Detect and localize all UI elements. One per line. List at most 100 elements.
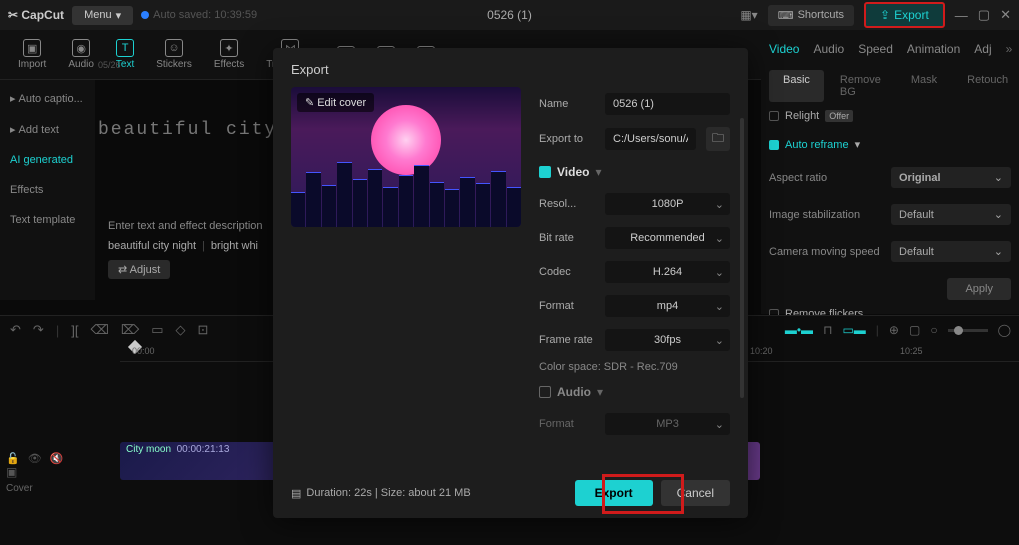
exportto-label: Export to [539, 133, 595, 145]
export-form: Name Export to 🗀 Video ▾ Resol... 1080P B… [539, 87, 730, 437]
audio-format-label: Format [539, 418, 595, 430]
redo-icon[interactable]: ↷ [33, 322, 44, 338]
name-input[interactable] [605, 93, 730, 115]
subtab-basic[interactable]: Basic [769, 70, 824, 102]
exportto-input[interactable] [605, 128, 696, 150]
camera-speed-label: Camera moving speed [769, 246, 880, 258]
resolution-select[interactable]: 1080P [605, 193, 730, 215]
mute-icon[interactable]: 🔇 [50, 452, 64, 465]
audio-section-toggle[interactable]: Audio ▾ [539, 377, 730, 407]
autosave-dot-icon [141, 11, 149, 19]
prompt-tag: bright whi [211, 240, 258, 252]
prompt-tag: beautiful city night [108, 240, 196, 252]
checkbox-icon [769, 111, 779, 121]
visible-icon[interactable]: 👁 [28, 452, 42, 465]
export-button-top[interactable]: ⇪ Export [864, 2, 945, 28]
prompt-area: Enter text and effect description beauti… [108, 220, 273, 279]
cancel-button[interactable]: Cancel [661, 480, 730, 506]
autoreframe-toggle[interactable]: Auto reframe ▾ [769, 138, 860, 151]
edit-cover-button[interactable]: ✎ Edit cover [297, 93, 374, 112]
keyboard-icon: ⌨ [778, 9, 794, 22]
folder-button[interactable]: 🗀 [706, 127, 730, 151]
tab-animation[interactable]: Animation [907, 42, 960, 56]
aspect-ratio-label: Aspect ratio [769, 172, 827, 184]
cover-preview: ✎ Edit cover [291, 87, 521, 227]
sidebar-text-template[interactable]: Text template [4, 206, 91, 234]
sidebar-ai-generated[interactable]: AI generated [4, 146, 91, 174]
delete-icon[interactable]: ▭ [151, 322, 163, 338]
name-label: Name [539, 98, 595, 110]
export-confirm-button[interactable]: Export [575, 480, 653, 506]
monitor-icon[interactable]: ▢ [909, 323, 920, 337]
delete-left-icon[interactable]: ⌫ [90, 322, 108, 338]
format-label: Format [539, 300, 595, 312]
colorspace-info: Color space: SDR - Rec.709 [539, 357, 730, 377]
subtab-retouch[interactable]: Retouch [953, 70, 1019, 102]
zoom-slider[interactable] [948, 329, 988, 332]
layout-icon[interactable]: ▦▾ [740, 8, 757, 22]
tool-import[interactable]: ▣Import [8, 35, 56, 74]
sidebar-add-text[interactable]: ▸ Add text [4, 115, 91, 144]
audio-icon: ◉ [72, 39, 90, 57]
maximize-icon[interactable]: ▢ [978, 7, 990, 23]
autosave-status: Auto saved: 10:39:59 [141, 9, 257, 21]
sidebar-effects[interactable]: Effects [4, 176, 91, 204]
undo-icon[interactable]: ↶ [10, 322, 21, 338]
resolution-label: Resol... [539, 198, 595, 210]
image-stabilization-select[interactable]: Default ⌄ [891, 204, 1011, 225]
close-icon[interactable]: ✕ [1000, 7, 1011, 23]
apply-button[interactable]: Apply [947, 278, 1011, 300]
export-modal: Export ✎ Edit cover Name Export to 🗀 Vid… [273, 48, 748, 518]
image-stabilization-label: Image stabilization [769, 209, 860, 221]
scrollbar[interactable] [740, 118, 744, 398]
tab-audio[interactable]: Audio [813, 42, 844, 56]
format-select[interactable]: mp4 [605, 295, 730, 317]
adjust-button[interactable]: ⇄ Adjust [108, 260, 170, 279]
magnet-icon[interactable]: ⊓ [823, 323, 832, 337]
split-icon[interactable]: ][ [71, 323, 78, 338]
delete-right-icon[interactable]: ⌦ [121, 322, 139, 338]
checkbox-on-icon [539, 166, 551, 178]
modal-title: Export [291, 62, 730, 77]
prompt-label: Enter text and effect description [108, 220, 273, 232]
timecode: 00:00 [132, 346, 155, 356]
sidebar-auto-captions[interactable]: ▸ Auto captio... [4, 84, 91, 113]
tab-speed[interactable]: Speed [858, 42, 893, 56]
relight-toggle[interactable]: Relight Offer [769, 110, 853, 122]
export-icon: ⇪ [880, 8, 890, 22]
tab-video[interactable]: Video [769, 42, 799, 56]
marker-icon[interactable]: ▬•▬ [785, 323, 813, 337]
audio-format-select: MP3 [605, 413, 730, 435]
video-section-toggle[interactable]: Video ▾ [539, 157, 730, 187]
film-icon: ▤ [291, 487, 301, 500]
framerate-select[interactable]: 30fps [605, 329, 730, 351]
zoom-in-icon[interactable]: ◯ [998, 323, 1011, 337]
preview-icon[interactable]: ⊕ [889, 323, 899, 337]
text-sidebar: ▸ Auto captio... ▸ Add text AI generated… [0, 80, 95, 300]
shortcuts-button[interactable]: ⌨ Shortcuts [768, 5, 854, 26]
inspector-panel: Video Audio Speed Animation Adj » Basic … [761, 34, 1019, 314]
text-icon: T [116, 39, 134, 57]
mirror-icon[interactable]: ◇ [176, 322, 186, 338]
bitrate-label: Bit rate [539, 232, 595, 244]
cover-label: Cover [6, 483, 109, 494]
checkbox-off-icon [539, 386, 551, 398]
aspect-ratio-select[interactable]: Original ⌄ [891, 167, 1011, 188]
framerate-label: Frame rate [539, 334, 595, 346]
zoom-out-icon[interactable]: ○ [930, 323, 937, 337]
link-icon[interactable]: ▭▬ [842, 323, 865, 337]
subtab-mask[interactable]: Mask [897, 70, 951, 102]
timecode: 10:25 [900, 346, 923, 356]
import-icon: ▣ [23, 39, 41, 57]
cover-icon[interactable]: ▣ [6, 465, 17, 479]
minimize-icon[interactable]: — [955, 8, 968, 23]
subtab-removebg[interactable]: Remove BG [826, 70, 895, 102]
codec-select[interactable]: H.264 [605, 261, 730, 283]
checkbox-on-icon [769, 140, 779, 150]
crop-icon[interactable]: ⊡ [198, 322, 209, 338]
menu-button[interactable]: Menu ▾ [72, 6, 133, 25]
camera-speed-select[interactable]: Default ⌄ [891, 241, 1011, 262]
lock-icon[interactable]: 🔓 [6, 452, 20, 465]
tab-adjustment[interactable]: Adj [974, 42, 991, 56]
bitrate-select[interactable]: Recommended [605, 227, 730, 249]
